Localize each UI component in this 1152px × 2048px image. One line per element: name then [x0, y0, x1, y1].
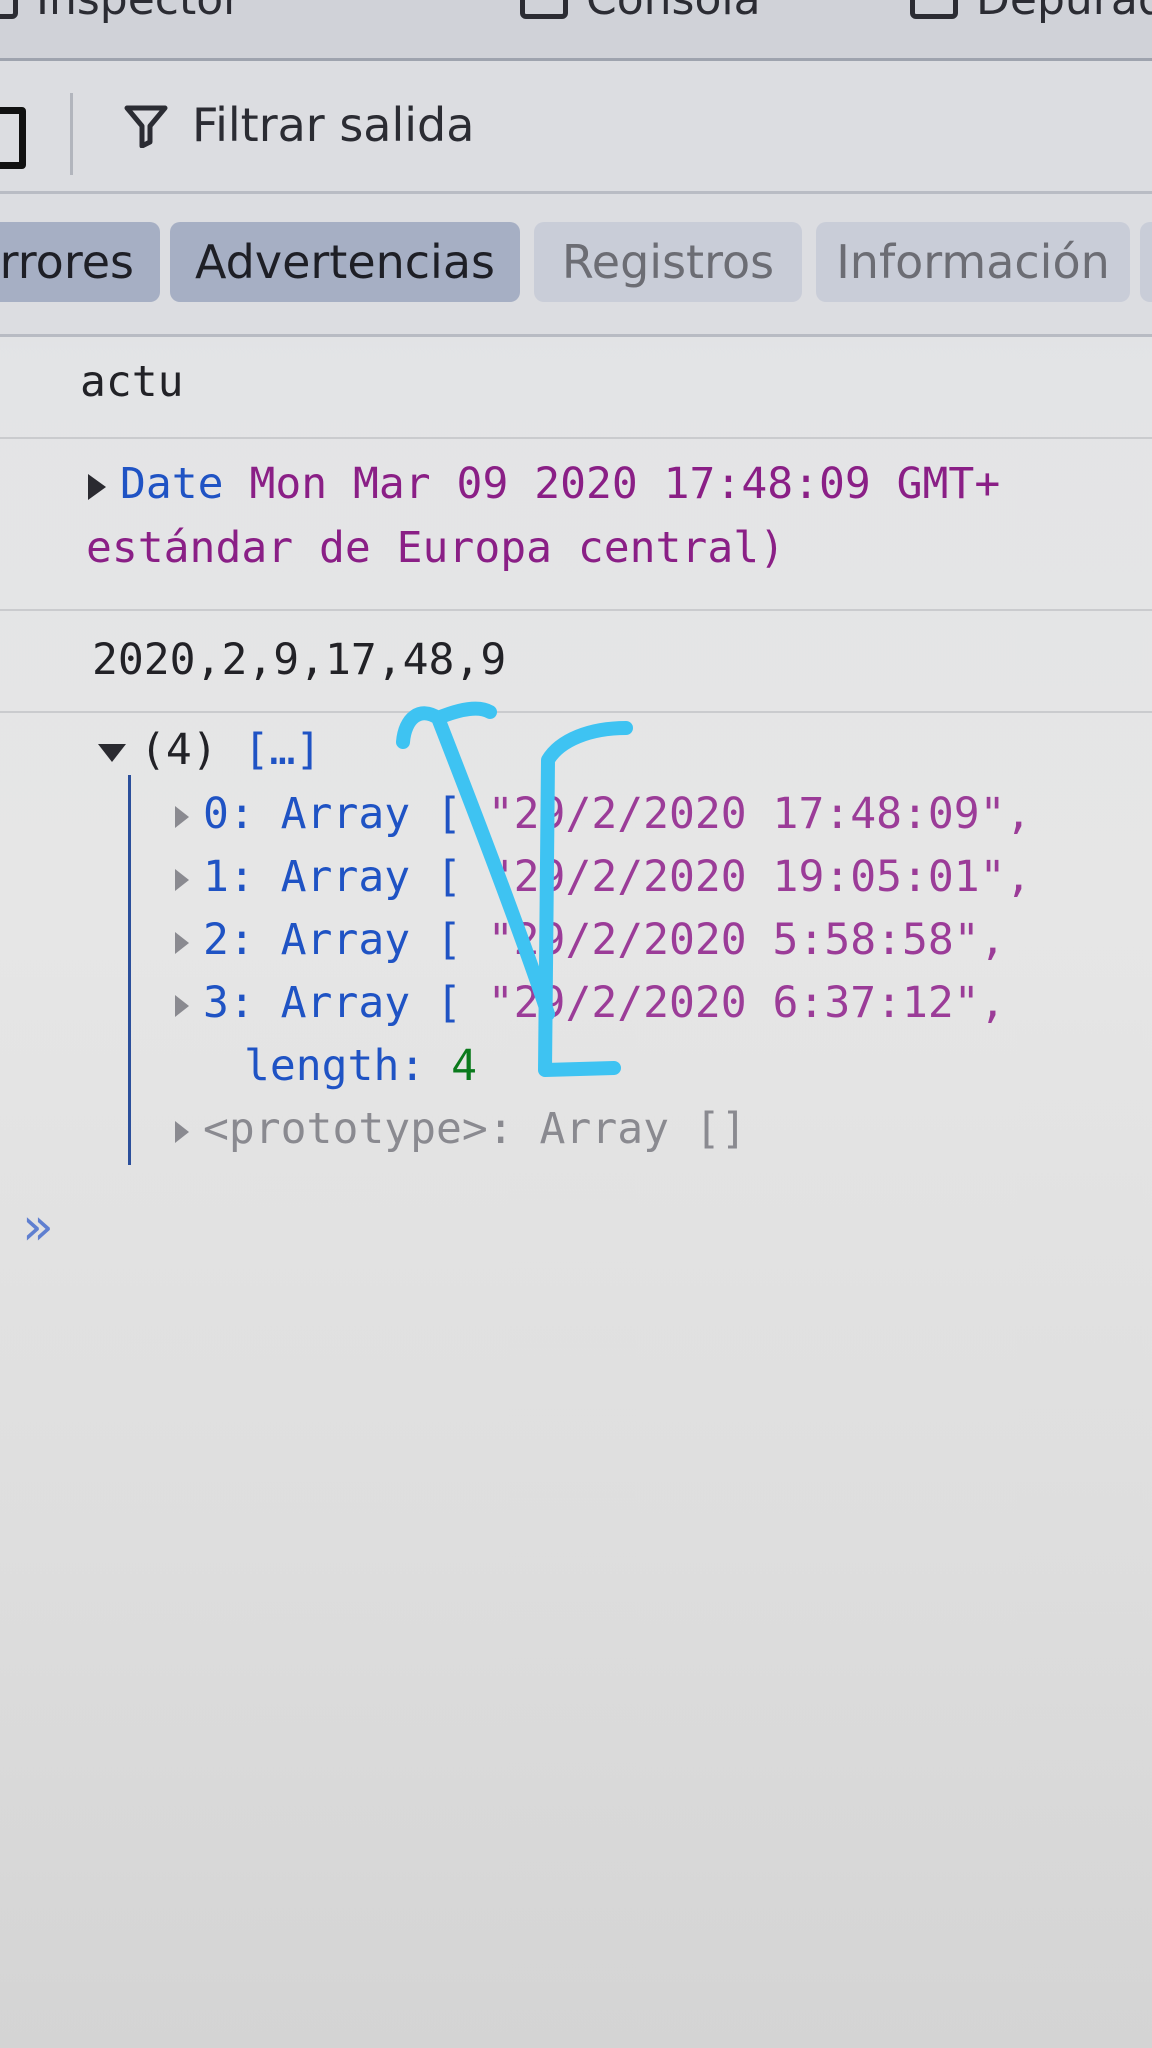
array-header[interactable]: (4) […] — [98, 725, 321, 775]
expand-arrow-icon[interactable] — [175, 994, 189, 1017]
array-length-label: length: — [244, 1041, 426, 1091]
array-length-value: 4 — [451, 1041, 477, 1091]
collapse-arrow-icon[interactable] — [98, 743, 126, 762]
expand-arrow-icon[interactable] — [175, 868, 189, 891]
array-prototype[interactable]: <prototype>: Array [] — [175, 1104, 747, 1154]
array-item-value: "29/2/2020 17:48:09", — [487, 789, 1032, 839]
input-echo: actu — [80, 357, 184, 407]
level-info-label: Información — [836, 235, 1110, 289]
level-warnings-label: Advertencias — [194, 235, 495, 289]
expand-arrow-icon[interactable] — [175, 1120, 189, 1143]
array-item-key: 3: Array [ — [203, 978, 462, 1028]
level-info-button[interactable]: Información — [816, 222, 1130, 302]
array-count: (4) — [140, 725, 218, 775]
date-value-continued: estándar de Europa central) — [86, 523, 785, 573]
console-output: actu Date Mon Mar 09 2020 17:48:09 GMT+ … — [0, 337, 1152, 2048]
expand-arrow-icon[interactable] — [175, 931, 189, 954]
console-input-prompt[interactable]: » — [22, 1197, 54, 1257]
array-preview: […] — [243, 725, 322, 775]
console-toolbar: Filtrar salida — [0, 61, 1152, 194]
console-row-array-string: 2020,2,9,17,48,9 — [0, 611, 1152, 713]
date-value: Mon Mar 09 2020 17:48:09 GMT+ — [249, 459, 1001, 509]
expand-arrow-icon[interactable] — [88, 473, 106, 500]
level-errors-label: rrores — [0, 235, 134, 289]
log-level-filters: rrores Advertencias Registros Informació… — [0, 194, 1152, 337]
filter-output-input[interactable]: Filtrar salida — [192, 98, 474, 152]
date-object[interactable]: Date Mon Mar 09 2020 17:48:09 GMT+ — [88, 459, 1000, 509]
level-debug-button[interactable] — [1140, 222, 1152, 302]
expand-arrow-icon[interactable] — [175, 805, 189, 828]
filter-icon — [124, 105, 168, 148]
array-length: length: 4 — [244, 1041, 477, 1091]
date-type-label: Date — [120, 459, 224, 509]
array-prototype-label: <prototype>: Array [] — [203, 1104, 747, 1154]
array-item-key: 1: Array [ — [203, 852, 462, 902]
level-logs-label: Registros — [561, 235, 775, 289]
array-item-value: "29/2/2020 19:05:01", — [487, 852, 1032, 902]
console-row-date: Date Mon Mar 09 2020 17:48:09 GMT+ están… — [0, 439, 1152, 611]
level-logs-button[interactable]: Registros — [534, 222, 802, 302]
array-item-key: 2: Array [ — [203, 915, 462, 965]
console-row-input: actu — [0, 337, 1152, 439]
array-item[interactable]: 1: Array [ "29/2/2020 19:05:01", — [175, 852, 1031, 902]
tree-guide-line — [128, 775, 131, 1165]
trash-icon[interactable] — [0, 107, 26, 169]
level-errors-button[interactable]: rrores — [0, 222, 160, 302]
level-warnings-button[interactable]: Advertencias — [170, 222, 520, 302]
array-item-key: 0: Array [ — [203, 789, 462, 839]
array-string-output: 2020,2,9,17,48,9 — [92, 635, 507, 685]
array-item-value: "29/2/2020 5:58:58", — [487, 915, 1006, 965]
array-item-value: "29/2/2020 6:37:12", — [487, 978, 1006, 1028]
array-item[interactable]: 3: Array [ "29/2/2020 6:37:12", — [175, 978, 1006, 1028]
array-item[interactable]: 0: Array [ "29/2/2020 17:48:09", — [175, 789, 1031, 839]
array-item[interactable]: 2: Array [ "29/2/2020 5:58:58", — [175, 915, 1006, 965]
toolbar-separator — [70, 93, 73, 175]
